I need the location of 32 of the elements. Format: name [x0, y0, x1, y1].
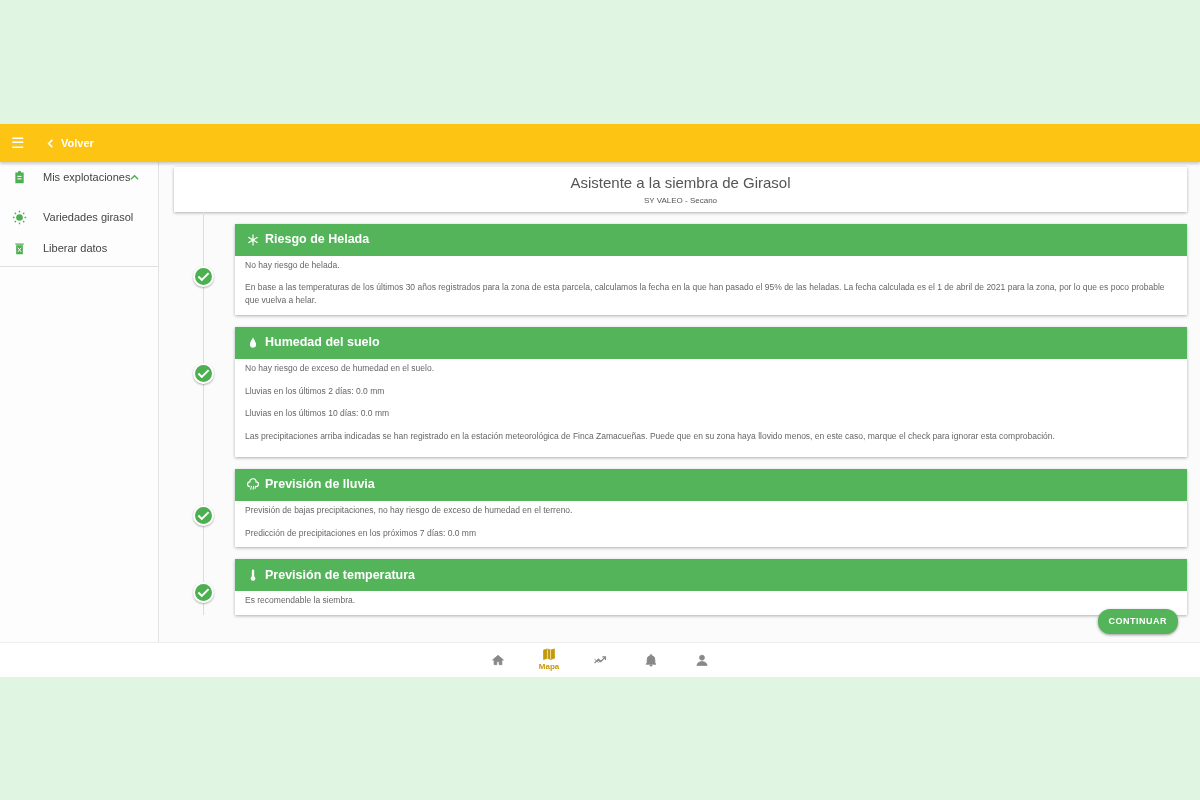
chevron-left-icon: [46, 139, 55, 149]
rain-cloud-icon: [246, 477, 260, 492]
snowflake-icon: [246, 232, 260, 247]
step-text: Predicción de precipitaciones en los próximos 7 días: 0.0 mm: [245, 526, 478, 540]
sidebar-item[interactable]: Variedades girasol: [0, 202, 158, 233]
person-icon: [695, 653, 709, 667]
step-title: Humedad del suelo: [265, 334, 380, 352]
sidebar-item[interactable]: Mis explotaciones: [0, 162, 158, 193]
trash-icon: [12, 241, 27, 256]
menu-button[interactable]: ☰: [0, 130, 34, 156]
back-button[interactable]: Volver: [40, 133, 100, 153]
continue-button[interactable]: CONTINUAR: [1097, 608, 1178, 634]
step-title: Riesgo de Helada: [265, 231, 370, 249]
nav-item[interactable]: Mapa: [537, 643, 561, 677]
step-title: Previsión de lluvia: [265, 476, 375, 494]
step-text: Previsión de bajas precipitaciones, no hay riesgo de exceso de humedad en el terreno.: [245, 503, 574, 517]
page-subtitle: SY VALEO - Secano: [642, 194, 719, 207]
bell-icon: [644, 653, 658, 667]
page-title: Asistente a la siembra de Girasol: [569, 173, 792, 193]
step-title: Previsión de temperatura: [265, 566, 416, 584]
map-icon: [542, 647, 556, 661]
step-text: En base a las temperaturas de los últimos 30 años registrados para la zona de esta parcela, calculamos la fecha en la que han pasado el 95% de las heladas. La fecha calculada es el 1 de abril de 2021 para la zona, por lo que es poco probable que vuelva a helar.: [245, 281, 1166, 307]
home-icon: [491, 653, 505, 667]
sun-icon: [12, 210, 27, 225]
step-text: No hay riesgo de exceso de humedad en el suelo.: [245, 361, 435, 375]
sidebar-item[interactable]: Liberar datos: [0, 233, 158, 264]
clipboard-icon: [12, 170, 27, 185]
step-text: No hay riesgo de helada.: [245, 258, 341, 272]
step-text: Lluvias en los últimos 2 días: 0.0 mm: [245, 384, 386, 398]
step-text: Las precipitaciones arriba indicadas se han registrado en la estación meteorológica de Finca Zamacueñas. Puede que en su zona haya llovido menos, en este caso, marque el check para ignorar esta comprobación.: [245, 430, 1056, 443]
step-text: Es recomendable la siembra.: [245, 594, 357, 607]
step-text: Lluvias en los últimos 10 días: 0.0 mm: [245, 407, 391, 420]
